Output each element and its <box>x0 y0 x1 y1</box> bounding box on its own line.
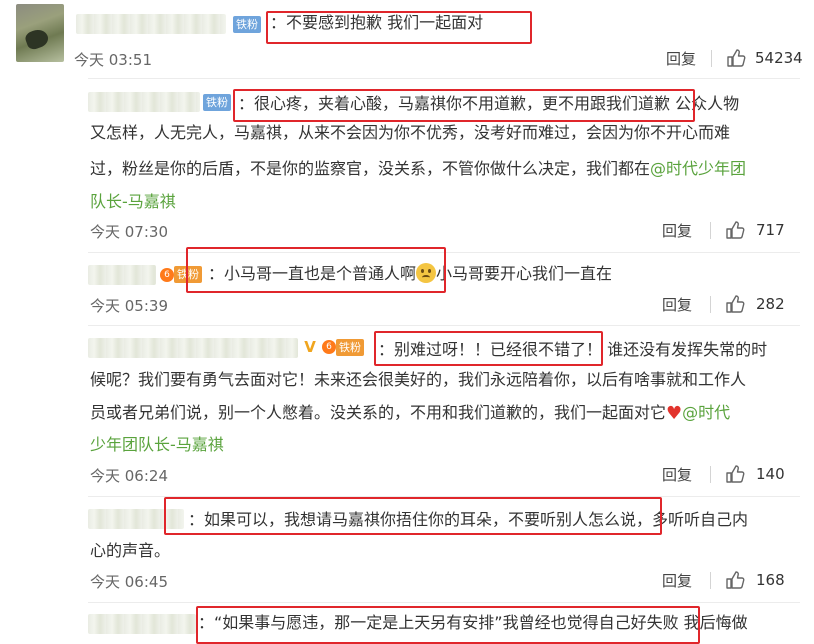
separator <box>710 466 711 483</box>
separator <box>710 222 711 239</box>
username-blurred[interactable] <box>88 92 200 112</box>
mention-link[interactable]: @时代 <box>682 403 730 422</box>
reply-text-line: 候呢？我们要有勇气去面对它！未来还会很美好的，我们永远陪着你，以后有啥事就和工作… <box>90 370 747 389</box>
reply-text-line: ：别难过呀！！已经很不错了！ 谁还没有发挥失常的时 <box>378 340 768 359</box>
username-blurred[interactable] <box>88 265 156 285</box>
thumb-up-icon[interactable] <box>725 294 745 314</box>
mention-link[interactable]: 队长-马嘉祺 <box>90 187 176 216</box>
mention-link[interactable]: @时代少年团 <box>650 159 746 178</box>
comment-text: ：不要感到抱歉 我们一起面对 <box>270 13 484 32</box>
like-count: 717 <box>756 221 785 239</box>
fan-badge: 铁粉 <box>174 266 202 283</box>
divider <box>88 325 800 326</box>
username-blurred[interactable] <box>88 614 196 634</box>
username-blurred[interactable] <box>88 338 298 358</box>
reply-time: 今天 07:30 <box>90 223 168 241</box>
divider <box>88 252 800 253</box>
separator <box>710 572 711 589</box>
like-count: 140 <box>756 465 785 483</box>
emoji-icon <box>416 263 437 283</box>
fan-badge: 铁粉 <box>203 94 231 111</box>
reply-text: 小马哥要开心我们一直在 <box>436 264 613 283</box>
mention-link[interactable]: 少年团队长-马嘉祺 <box>90 430 224 459</box>
level-icon: 6 <box>322 340 336 354</box>
separator <box>710 296 711 313</box>
like-count: 54234 <box>755 49 803 67</box>
comment-time: 今天 03:51 <box>74 51 152 69</box>
thumb-up-icon[interactable] <box>725 220 745 240</box>
username-blurred[interactable] <box>88 509 184 529</box>
reply-time: 今天 06:24 <box>90 467 168 485</box>
reply-button[interactable]: 回复 <box>666 48 696 69</box>
reply-text-line: ：如果可以，我想请马嘉祺你捂住你的耳朵，不要听别人怎么说，多听听自己内 <box>188 510 749 529</box>
fan-badge: 铁粉 <box>233 16 261 33</box>
reply-text-line: ：很心疼，夹着心酸，马嘉祺你不用道歉，更不用跟我们道歉 公众人物 <box>238 94 740 113</box>
username-blurred[interactable] <box>76 14 226 34</box>
reply-button[interactable]: 回复 <box>662 464 692 485</box>
fan-badge: 铁粉 <box>336 339 364 356</box>
like-count: 282 <box>756 295 785 313</box>
thumb-up-icon[interactable] <box>726 48 746 68</box>
reply-time: 今天 06:45 <box>90 573 168 591</box>
heart-icon: ♥ <box>666 403 683 424</box>
divider <box>88 602 800 603</box>
reply-text-line: 员或者兄弟们说，别一个人憋着。没关系的，不用和我们道歉的，我们一起面对它 <box>90 403 667 422</box>
reply-text-line: 过，粉丝是你的后盾，不是你的监察官，没关系，不管你做什么决定，我们都在 <box>90 159 651 178</box>
thumb-up-icon[interactable] <box>725 570 745 590</box>
reply-time: 今天 05:39 <box>90 297 168 315</box>
level-icon: 6 <box>160 268 174 282</box>
v-verified-icon: V <box>304 338 316 356</box>
reply-button[interactable]: 回复 <box>662 570 692 591</box>
divider <box>88 78 800 79</box>
reply-text-line: ：“如果事与愿违，那一定是上天另有安排”我曾经也觉得自己好失败 我后悔做 <box>198 613 748 632</box>
reply-text-line: 心的声音。 <box>90 541 171 560</box>
reply-button[interactable]: 回复 <box>662 220 692 241</box>
user-avatar[interactable] <box>16 4 64 62</box>
divider <box>88 496 800 497</box>
reply-button[interactable]: 回复 <box>662 294 692 315</box>
thumb-up-icon[interactable] <box>725 464 745 484</box>
reply-text-line: 又怎样，人无完人，马嘉祺，从来不会因为你不优秀，没考好而难过，会因为你不开心而难 <box>90 123 731 142</box>
reply-text: ：小马哥一直也是个普通人啊 <box>208 264 417 283</box>
separator <box>711 50 712 67</box>
like-count: 168 <box>756 571 785 589</box>
